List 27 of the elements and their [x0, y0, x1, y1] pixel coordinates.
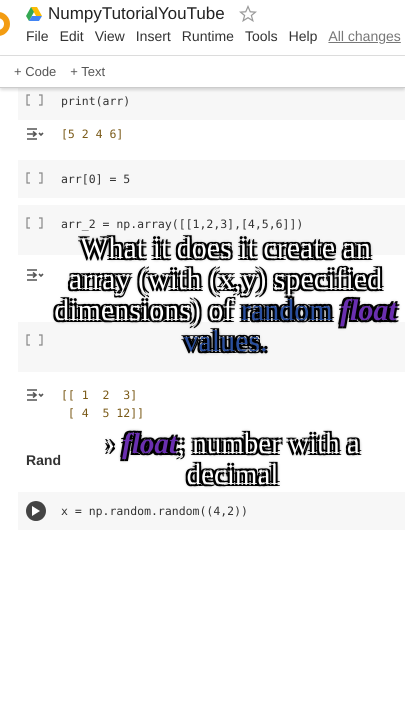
menu-item[interactable]: Help [288, 28, 318, 44]
menu-item[interactable]: Edit [60, 28, 84, 44]
code-line: x = np.random.random((4,2)) [61, 504, 248, 518]
section-heading: Rand [26, 452, 61, 468]
notebook-title[interactable]: NumpyTutorialYouTube [48, 4, 225, 24]
drive-icon [26, 7, 42, 21]
menu-item[interactable]: Runtime [182, 28, 234, 44]
menu-item[interactable]: File [26, 28, 49, 44]
toolbar-button[interactable]: + Code [14, 62, 56, 81]
code-line: arr_2 = np.array([[1,2,3],[4,5,6]]) [61, 217, 304, 231]
save-status-link[interactable]: All changes [328, 28, 401, 44]
output-toggle-icon[interactable] [26, 388, 44, 402]
menu-item[interactable]: Insert [136, 28, 171, 44]
caption-text: What it does it create an array (with (x,y) specified dimensions) of random float values. [52, 233, 398, 357]
menu-item[interactable]: Tools [244, 28, 278, 44]
output-line: [[ 1 2 3] [61, 388, 138, 402]
code-line: arr[0] = 5 [61, 172, 130, 186]
star-icon[interactable] [238, 5, 257, 23]
code-line: print(arr) [61, 94, 130, 108]
menu-item[interactable]: View [94, 28, 125, 44]
output-line: [5 2 4 6] [61, 127, 124, 141]
play-icon [32, 506, 40, 516]
output-line: [ 4 5 12]] [66, 406, 144, 420]
run-button[interactable] [26, 501, 46, 521]
output-toggle-icon[interactable] [26, 268, 44, 282]
output-toggle-icon[interactable] [26, 127, 44, 141]
toolbar-button[interactable]: + Text [70, 62, 106, 81]
